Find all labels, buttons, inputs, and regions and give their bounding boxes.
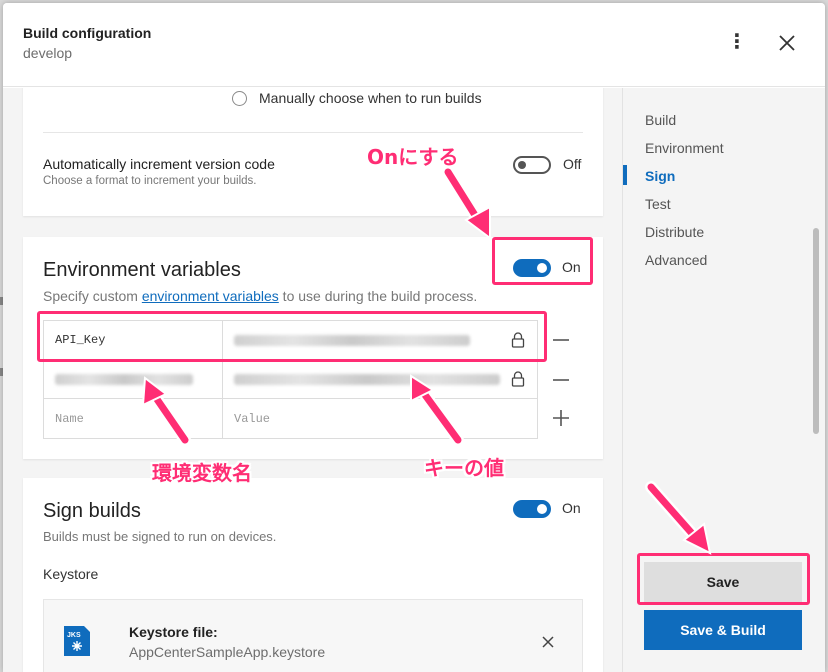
keystore-file-title: Keystore file: bbox=[129, 624, 218, 640]
sign-builds-title: Sign builds bbox=[43, 500, 141, 522]
nav-item-test[interactable]: Test bbox=[645, 196, 671, 212]
sign-builds-card: Sign builds Builds must be signed to run… bbox=[23, 478, 603, 672]
manual-build-radio[interactable] bbox=[232, 90, 247, 106]
table-row-new: Name Value bbox=[44, 399, 537, 438]
new-variable-name-input[interactable]: Name bbox=[44, 399, 223, 438]
api-key-row-highlight bbox=[37, 311, 547, 362]
keystore-label: Keystore bbox=[43, 566, 99, 582]
sign-builds-help: Builds must be signed to run on devices. bbox=[43, 529, 277, 544]
remove-variable-button[interactable] bbox=[550, 369, 572, 391]
redacted-value bbox=[234, 373, 500, 385]
jks-file-icon: JKS bbox=[64, 626, 90, 656]
help-text-suffix: to use during the build process. bbox=[278, 288, 478, 304]
active-nav-indicator bbox=[623, 165, 627, 185]
environment-variables-help: Specify custom environment variables to … bbox=[43, 288, 477, 304]
nav-item-advanced[interactable]: Advanced bbox=[645, 252, 707, 268]
env-toggle-highlight bbox=[492, 237, 593, 285]
jks-badge: JKS bbox=[67, 632, 81, 639]
dialog-title: Build configuration bbox=[23, 25, 152, 41]
remove-variable-button[interactable] bbox=[550, 329, 572, 351]
add-variable-button[interactable] bbox=[550, 407, 572, 429]
variable-value-field[interactable] bbox=[223, 360, 537, 398]
key-value-annotation: キーの値 bbox=[424, 456, 504, 480]
nav-item-sign[interactable]: Sign bbox=[645, 168, 675, 184]
save-button-highlight bbox=[637, 553, 810, 605]
lock-icon bbox=[511, 371, 525, 387]
branch-name: develop bbox=[23, 45, 73, 61]
dialog-header: Build configuration develop ⋮ bbox=[3, 3, 825, 87]
manual-build-option[interactable]: Manually choose when to run builds bbox=[232, 88, 482, 108]
nav-item-build[interactable]: Build bbox=[645, 112, 676, 128]
variable-name-field[interactable] bbox=[44, 360, 223, 398]
more-vertical-icon[interactable]: ⋮ bbox=[727, 31, 747, 55]
sign-builds-toggle[interactable] bbox=[513, 500, 551, 518]
environment-variables-title: Environment variables bbox=[43, 259, 241, 281]
auto-increment-label: Automatically increment version code bbox=[43, 156, 275, 172]
auto-increment-state: Off bbox=[563, 156, 582, 172]
keystore-file-name: AppCenterSampleApp.keystore bbox=[129, 644, 326, 660]
save-and-build-button[interactable]: Save & Build bbox=[644, 610, 802, 650]
nav-item-environment[interactable]: Environment bbox=[645, 140, 724, 156]
auto-increment-help: Choose a format to increment your builds… bbox=[43, 175, 257, 187]
keystore-file-box: JKS Keystore file: AppCenterSampleApp.ke… bbox=[43, 599, 583, 672]
divider bbox=[43, 132, 583, 133]
close-icon[interactable] bbox=[775, 31, 799, 55]
variable-name-annotation: 環境変数名 bbox=[152, 461, 252, 485]
on-annotation: Onにする bbox=[367, 145, 459, 169]
table-row bbox=[44, 360, 537, 399]
remove-keystore-icon[interactable] bbox=[540, 634, 556, 650]
environment-variables-link[interactable]: environment variables bbox=[142, 288, 279, 304]
redacted-name bbox=[55, 373, 193, 385]
scrollbar-thumb[interactable] bbox=[813, 228, 819, 434]
auto-increment-toggle[interactable] bbox=[513, 156, 551, 174]
settings-main-pane[interactable]: Manually choose when to run builds Autom… bbox=[3, 88, 622, 672]
sign-builds-state: On bbox=[562, 500, 581, 516]
help-text-prefix: Specify custom bbox=[43, 288, 142, 304]
build-options-card: Manually choose when to run builds Autom… bbox=[23, 88, 603, 216]
manual-build-label: Manually choose when to run builds bbox=[259, 90, 482, 106]
new-variable-value-input[interactable]: Value bbox=[223, 399, 537, 438]
nav-item-distribute[interactable]: Distribute bbox=[645, 224, 704, 240]
